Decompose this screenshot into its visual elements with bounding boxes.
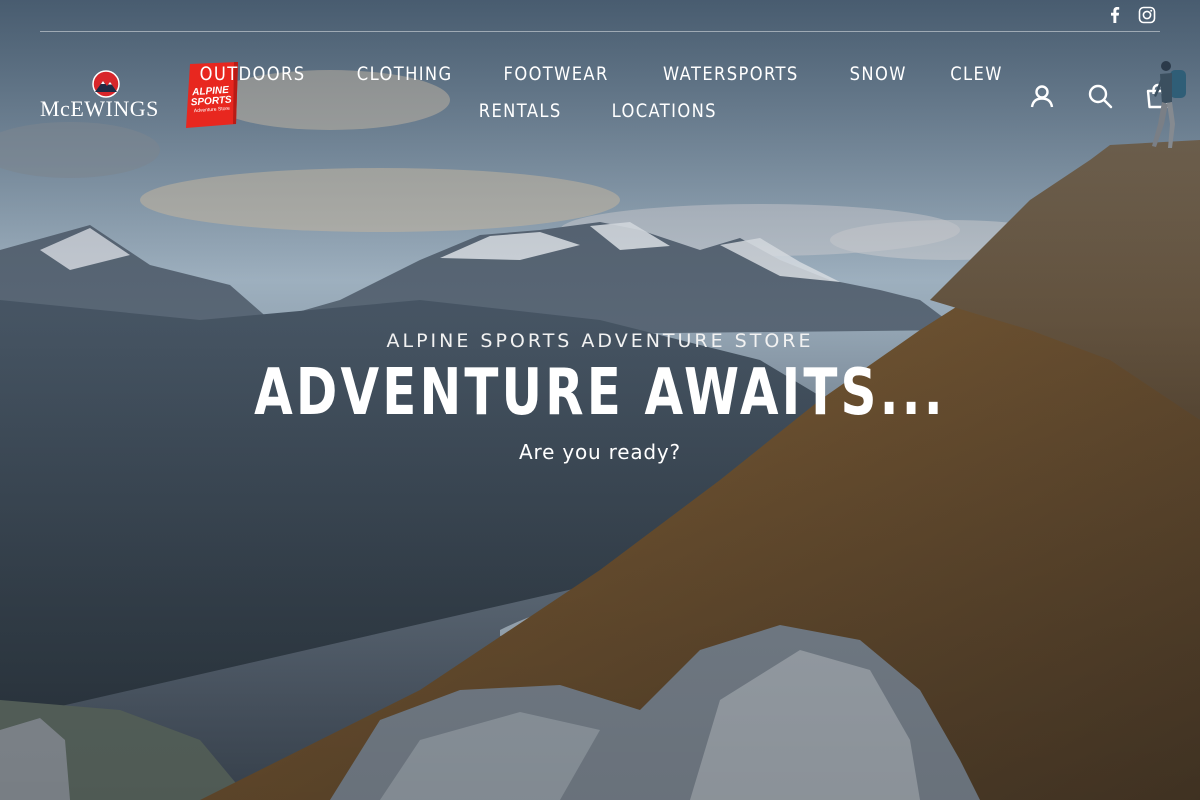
nav-item-outdoors[interactable]: OUTDOORS [199, 62, 305, 87]
hero-eyebrow: ALPINE SPORTS ADVENTURE STORE [386, 330, 814, 352]
facebook-icon [1111, 7, 1120, 23]
nav-item-locations[interactable]: LOCATIONS [612, 99, 717, 124]
nav-item-rentals[interactable]: RENTALS [479, 99, 562, 124]
announcement-bar [40, 0, 1160, 32]
nav-item-snow[interactable]: SNOW [850, 62, 907, 87]
instagram-link[interactable] [1138, 6, 1156, 24]
login-button[interactable] [1028, 82, 1056, 110]
hero-content: ALPINE SPORTS ADVENTURE STORE ADVENTURE … [0, 330, 1200, 464]
hero-headline: ADVENTURE AWAITS... [254, 356, 946, 430]
instagram-icon [1138, 6, 1156, 24]
main-navigation: OUTDOORS CLOTHING FOOTWEAR WATERSPORTS S… [199, 62, 1002, 124]
mcewings-wordmark: McEWINGS [40, 96, 159, 121]
nav-item-clew[interactable]: CLEW [951, 62, 1004, 87]
facebook-link[interactable] [1106, 6, 1124, 24]
search-icon [1088, 84, 1113, 109]
nav-item-clothing[interactable]: CLOTHING [356, 62, 452, 87]
nav-row-secondary: RENTALS LOCATIONS [246, 99, 952, 124]
nav-item-watersports[interactable]: WATERSPORTS [663, 62, 799, 87]
hiker-silhouette [1152, 61, 1186, 148]
nav-item-footwear[interactable]: FOOTWEAR [504, 62, 609, 87]
mountain-emblem-icon [92, 70, 120, 98]
nav-row-primary: OUTDOORS CLOTHING FOOTWEAR WATERSPORTS S… [199, 62, 1002, 87]
mcewings-logo[interactable]: McEWINGS [40, 70, 172, 122]
user-icon [1030, 85, 1054, 108]
search-button[interactable] [1086, 82, 1114, 110]
hero-subline: Are you ready? [519, 440, 681, 464]
social-links [1106, 6, 1156, 24]
